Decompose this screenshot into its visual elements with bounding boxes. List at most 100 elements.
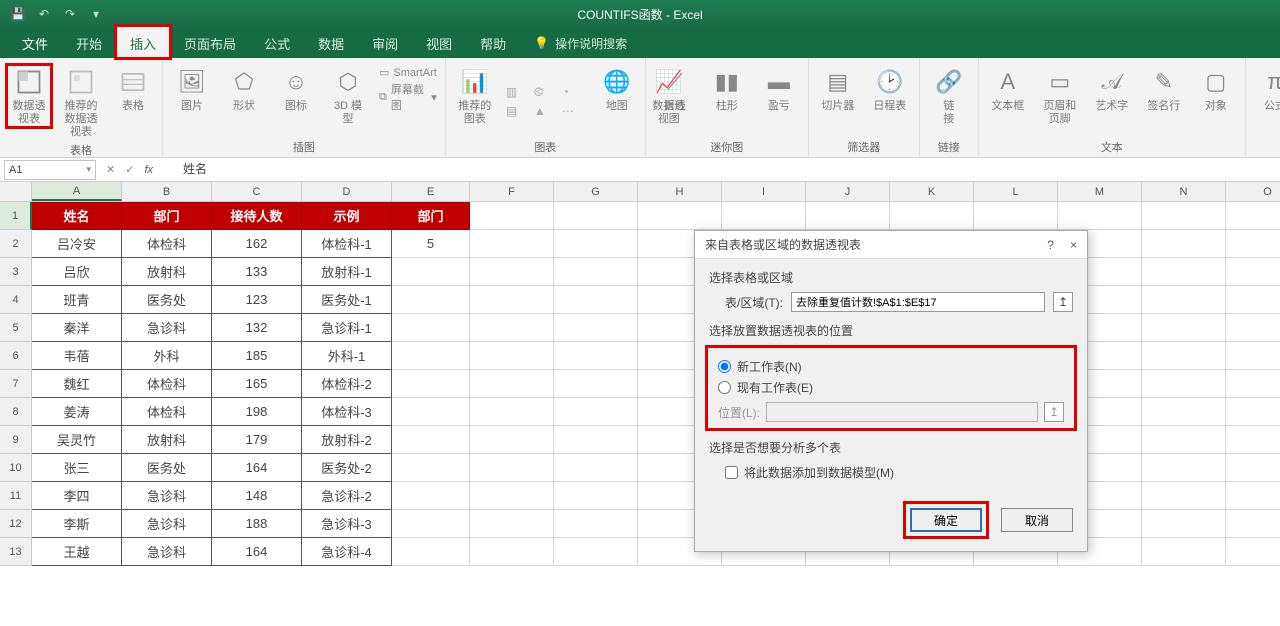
cell[interactable] bbox=[554, 230, 638, 258]
formula-input[interactable]: 姓名 bbox=[163, 160, 1280, 180]
col-header[interactable]: O bbox=[1226, 182, 1280, 201]
row-header[interactable]: 5 bbox=[0, 314, 32, 342]
col-header[interactable]: K bbox=[890, 182, 974, 201]
col-header[interactable]: J bbox=[806, 182, 890, 201]
cell[interactable]: 164 bbox=[212, 538, 302, 566]
cell[interactable] bbox=[554, 314, 638, 342]
cell[interactable]: 急诊科-3 bbox=[302, 510, 392, 538]
cell[interactable]: 体检科 bbox=[122, 230, 212, 258]
column-chart-icon[interactable]: ▥ bbox=[506, 85, 530, 100]
cell[interactable]: 部门 bbox=[122, 202, 212, 230]
sparkline-line-button[interactable]: ⟋折线 bbox=[654, 66, 696, 113]
cell[interactable] bbox=[554, 510, 638, 538]
tab-formulas[interactable]: 公式 bbox=[250, 28, 304, 58]
dialog-title-bar[interactable]: 来自表格或区域的数据透视表 ? × bbox=[695, 231, 1087, 259]
cell[interactable] bbox=[1142, 342, 1226, 370]
col-header[interactable]: N bbox=[1142, 182, 1226, 201]
row-header[interactable]: 12 bbox=[0, 510, 32, 538]
cell[interactable] bbox=[554, 482, 638, 510]
cell[interactable]: 秦洋 bbox=[32, 314, 122, 342]
location-picker-button[interactable]: ↥ bbox=[1044, 402, 1064, 422]
row-header[interactable]: 13 bbox=[0, 538, 32, 566]
tab-help[interactable]: 帮助 bbox=[466, 28, 520, 58]
cell[interactable] bbox=[1142, 398, 1226, 426]
scatter-chart-icon[interactable]: ⋯ bbox=[562, 104, 586, 118]
cancel-formula-icon[interactable]: ✕ bbox=[106, 163, 115, 176]
undo-icon[interactable]: ↶ bbox=[36, 6, 52, 22]
col-header[interactable]: M bbox=[1058, 182, 1142, 201]
cell[interactable]: 接待人数 bbox=[212, 202, 302, 230]
cell[interactable] bbox=[554, 370, 638, 398]
cell[interactable] bbox=[392, 454, 470, 482]
fx-icon[interactable]: fx bbox=[144, 164, 153, 176]
cell[interactable]: 体检科 bbox=[122, 370, 212, 398]
cell[interactable] bbox=[1226, 426, 1280, 454]
table-button[interactable]: 表格 bbox=[112, 66, 154, 113]
location-input[interactable] bbox=[766, 402, 1038, 422]
row-header[interactable]: 7 bbox=[0, 370, 32, 398]
cell[interactable]: 吕冷安 bbox=[32, 230, 122, 258]
cell[interactable]: 185 bbox=[212, 342, 302, 370]
cell[interactable]: 体检科-3 bbox=[302, 398, 392, 426]
cell[interactable]: 198 bbox=[212, 398, 302, 426]
row-header[interactable]: 6 bbox=[0, 342, 32, 370]
cell[interactable]: 急诊科 bbox=[122, 482, 212, 510]
cell[interactable] bbox=[1058, 202, 1142, 230]
tell-me-search[interactable]: 💡 操作说明搜索 bbox=[534, 28, 627, 58]
sparkline-winloss-button[interactable]: ▬盈亏 bbox=[758, 66, 800, 113]
cell[interactable] bbox=[554, 426, 638, 454]
cell[interactable]: 133 bbox=[212, 258, 302, 286]
wordart-button[interactable]: 𝒜艺术字 bbox=[1091, 66, 1133, 113]
col-header[interactable]: L bbox=[974, 182, 1058, 201]
cell[interactable]: 韦蓓 bbox=[32, 342, 122, 370]
cell[interactable]: 李斯 bbox=[32, 510, 122, 538]
col-header[interactable]: G bbox=[554, 182, 638, 201]
ok-button[interactable]: 确定 bbox=[910, 508, 982, 532]
cell[interactable] bbox=[1226, 454, 1280, 482]
cell[interactable] bbox=[392, 510, 470, 538]
cell[interactable] bbox=[1142, 538, 1226, 566]
cell[interactable] bbox=[1142, 202, 1226, 230]
cell[interactable] bbox=[470, 230, 554, 258]
bar-chart-icon[interactable]: ▤ bbox=[506, 104, 530, 118]
cell[interactable] bbox=[1226, 314, 1280, 342]
cell[interactable] bbox=[470, 202, 554, 230]
cell[interactable]: 162 bbox=[212, 230, 302, 258]
cell[interactable]: 外科-1 bbox=[302, 342, 392, 370]
cell[interactable] bbox=[1226, 398, 1280, 426]
cell[interactable] bbox=[392, 398, 470, 426]
cell[interactable] bbox=[554, 286, 638, 314]
existing-sheet-radio[interactable] bbox=[718, 381, 731, 394]
col-header[interactable]: D bbox=[302, 182, 392, 201]
cell[interactable] bbox=[1142, 230, 1226, 258]
col-header[interactable]: F bbox=[470, 182, 554, 201]
timeline-button[interactable]: 🕑日程表 bbox=[869, 66, 911, 113]
cell[interactable] bbox=[554, 342, 638, 370]
cell[interactable] bbox=[1226, 538, 1280, 566]
range-picker-button[interactable]: ↥ bbox=[1053, 292, 1073, 312]
recommended-charts-button[interactable]: 📊推荐的 图表 bbox=[454, 66, 496, 126]
name-box[interactable]: A1 ▾ bbox=[4, 160, 96, 180]
cell[interactable] bbox=[470, 482, 554, 510]
cell[interactable]: 吕欣 bbox=[32, 258, 122, 286]
line-chart-icon[interactable]: ⧀ bbox=[534, 85, 558, 100]
cell[interactable] bbox=[392, 314, 470, 342]
cell[interactable]: 123 bbox=[212, 286, 302, 314]
col-header[interactable]: I bbox=[722, 182, 806, 201]
cell[interactable] bbox=[1142, 286, 1226, 314]
close-icon[interactable]: × bbox=[1070, 238, 1077, 252]
cell[interactable] bbox=[1226, 370, 1280, 398]
cell[interactable] bbox=[470, 286, 554, 314]
cell[interactable] bbox=[1226, 230, 1280, 258]
cell[interactable] bbox=[1226, 258, 1280, 286]
new-sheet-radio[interactable] bbox=[718, 360, 731, 373]
cell[interactable]: 急诊科-4 bbox=[302, 538, 392, 566]
tab-view[interactable]: 视图 bbox=[412, 28, 466, 58]
cell[interactable] bbox=[1142, 314, 1226, 342]
cell[interactable] bbox=[1226, 342, 1280, 370]
smartart-button[interactable]: ▭SmartArt bbox=[379, 66, 437, 79]
cell[interactable] bbox=[1142, 482, 1226, 510]
cell[interactable]: 姓名 bbox=[32, 202, 122, 230]
tab-insert[interactable]: 插入 bbox=[116, 26, 170, 58]
cell[interactable] bbox=[470, 454, 554, 482]
